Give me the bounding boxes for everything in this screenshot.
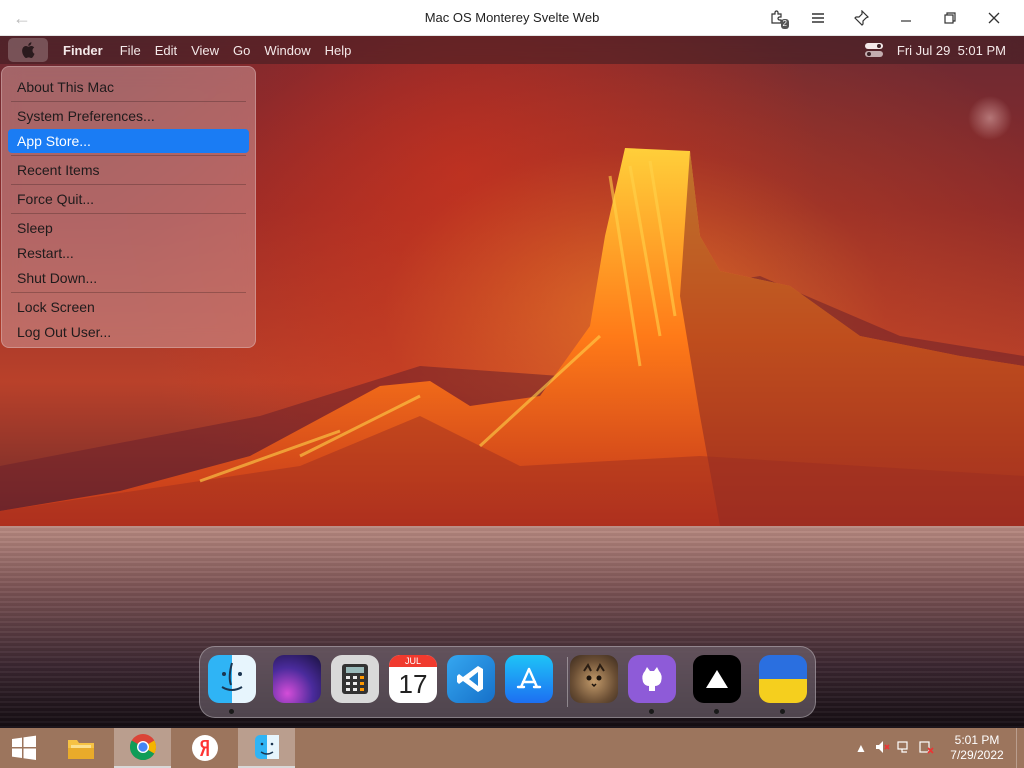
menu-separator <box>11 155 246 156</box>
taskbar-time: 5:01 PM <box>954 733 1000 747</box>
system-tray: ▲ 5:01 PM 7/29/2022 <box>850 728 1024 768</box>
menu-separator <box>11 292 246 293</box>
extensions-button[interactable]: 2 <box>764 6 790 30</box>
menubar-app-name[interactable]: Finder <box>56 43 113 58</box>
minimize-icon <box>901 20 911 22</box>
windows-taskbar: ▲ 5:01 PM 7/29/2022 <box>0 728 1024 768</box>
calendar-day: 17 <box>398 669 428 699</box>
menubar-view[interactable]: View <box>184 43 226 58</box>
show-desktop-button[interactable] <box>1016 728 1024 768</box>
yandex-icon <box>192 735 218 761</box>
apple-menu-dropdown: About This Mac System Preferences... App… <box>1 66 256 348</box>
minimize-button[interactable] <box>893 6 919 30</box>
menu-button[interactable] <box>805 6 831 30</box>
folder-icon <box>68 740 94 759</box>
menu-separator <box>11 184 246 185</box>
restore-button[interactable] <box>937 6 963 30</box>
vscode-icon <box>457 666 483 692</box>
menubar-file[interactable]: File <box>113 43 148 58</box>
battery-warning-icon[interactable] <box>916 740 938 757</box>
menu-item-restart[interactable]: Restart... <box>8 241 249 265</box>
menu-item-lock-screen[interactable]: Lock Screen <box>8 295 249 319</box>
calculator-icon <box>342 664 368 694</box>
mac-menubar: Finder File Edit View Go Window Help Fri… <box>0 36 1024 64</box>
menubar-datetime[interactable]: Fri Jul 29 5:01 PM <box>897 43 1006 58</box>
pin-icon <box>854 10 869 26</box>
menubar-help[interactable]: Help <box>318 43 359 58</box>
taskbar-yandex[interactable] <box>181 728 229 768</box>
desktop[interactable]: Finder File Edit View Go Window Help Fri… <box>0 36 1024 728</box>
dock-app-store[interactable] <box>505 655 553 703</box>
running-indicator <box>714 709 719 714</box>
dock-wallpaper[interactable] <box>273 655 321 703</box>
running-indicator <box>229 709 234 714</box>
github-icon <box>642 667 662 691</box>
control-center-icon[interactable] <box>864 43 883 57</box>
taskbar-finder[interactable] <box>238 728 295 768</box>
dock: JUL 17 <box>199 646 816 718</box>
apple-menu-button[interactable] <box>8 38 48 62</box>
close-button[interactable] <box>981 6 1007 30</box>
apple-icon <box>22 42 35 58</box>
start-button[interactable] <box>0 728 48 768</box>
dock-ukraine[interactable] <box>759 655 807 714</box>
menu-separator <box>11 213 246 214</box>
finder-icon <box>254 735 279 759</box>
dock-vercel[interactable] <box>693 655 741 714</box>
network-icon[interactable] <box>894 740 916 757</box>
extensions-badge: 2 <box>780 19 789 29</box>
app-store-icon <box>516 667 542 689</box>
menu-separator <box>11 101 246 102</box>
restore-icon <box>944 12 956 24</box>
pin-button[interactable] <box>848 6 874 30</box>
menu-item-shut-down[interactable]: Shut Down... <box>8 266 249 290</box>
menu-item-recent-items[interactable]: Recent Items <box>8 158 249 182</box>
menu-item-system-preferences[interactable]: System Preferences... <box>8 104 249 128</box>
taskbar-clock[interactable]: 5:01 PM 7/29/2022 <box>938 733 1016 763</box>
chevron-up-icon[interactable]: ▲ <box>850 741 872 755</box>
menu-item-sleep[interactable]: Sleep <box>8 216 249 240</box>
taskbar-file-explorer[interactable] <box>57 728 105 768</box>
finder-icon <box>221 662 243 691</box>
calendar-month: JUL <box>389 655 437 667</box>
dock-finder[interactable] <box>208 655 256 714</box>
menu-item-force-quit[interactable]: Force Quit... <box>8 187 249 211</box>
menubar-window[interactable]: Window <box>257 43 317 58</box>
taskbar-date: 7/29/2022 <box>950 748 1004 762</box>
chrome-icon <box>129 734 156 761</box>
windows-logo-icon <box>12 735 36 760</box>
triangle-icon <box>706 670 728 688</box>
dock-cat[interactable] <box>570 655 618 703</box>
running-indicator <box>649 709 654 714</box>
menu-item-about[interactable]: About This Mac <box>8 75 249 99</box>
hamburger-icon <box>812 13 824 23</box>
app-title-bar: ← Mac OS Monterey Svelte Web 2 <box>0 0 1024 36</box>
running-indicator <box>780 709 785 714</box>
close-icon <box>988 12 1000 24</box>
dock-vscode[interactable] <box>447 655 495 703</box>
dock-separator <box>567 657 568 707</box>
menubar-edit[interactable]: Edit <box>148 43 184 58</box>
volume-muted-icon[interactable] <box>872 740 894 757</box>
menubar-go[interactable]: Go <box>226 43 257 58</box>
dock-calendar[interactable]: JUL 17 <box>389 655 437 703</box>
menu-item-app-store[interactable]: App Store... <box>8 129 249 153</box>
menu-item-log-out[interactable]: Log Out User... <box>8 320 249 344</box>
taskbar-chrome[interactable] <box>114 728 171 768</box>
dock-calculator[interactable] <box>331 655 379 703</box>
cat-icon <box>583 663 605 688</box>
dock-github[interactable] <box>628 655 676 714</box>
